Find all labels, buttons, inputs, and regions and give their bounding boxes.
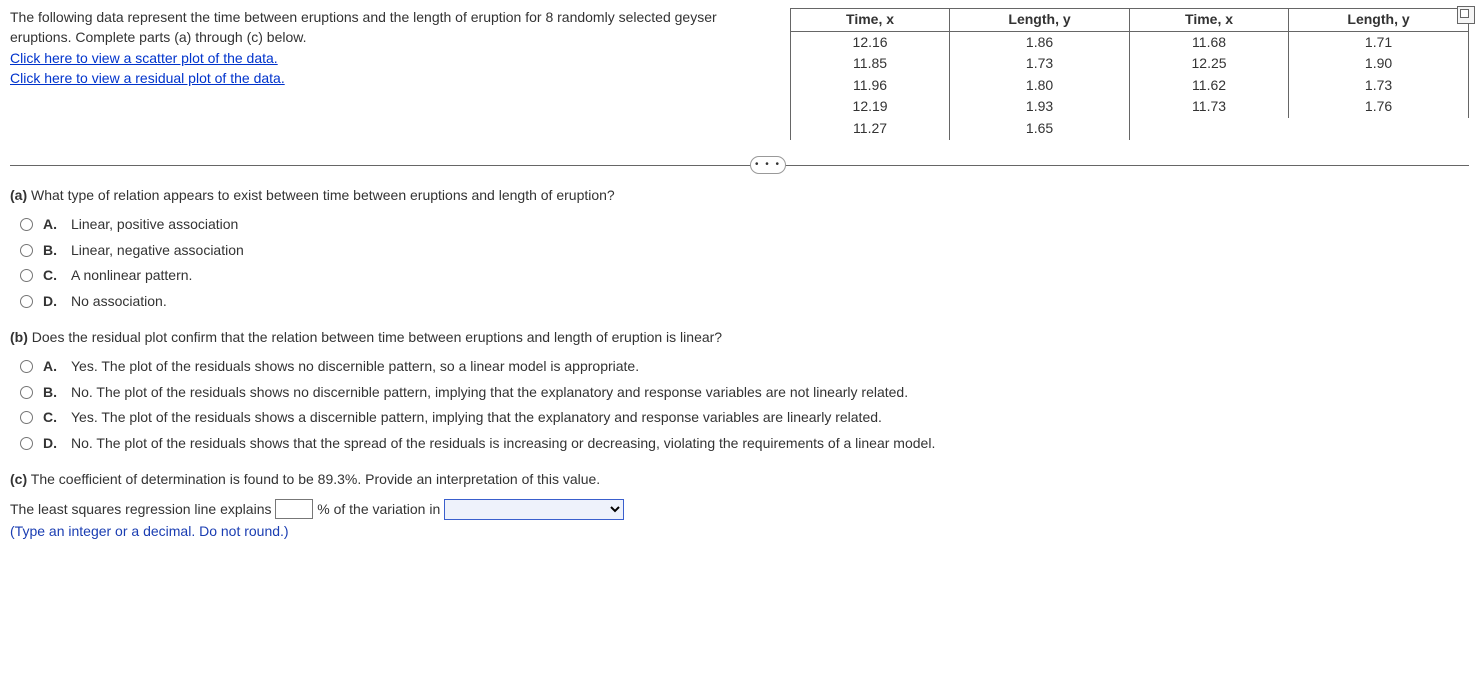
cell: 1.93 [950, 96, 1130, 118]
col-header: Length, y [950, 9, 1130, 32]
qb-option-a-text: Yes. The plot of the residuals shows no … [71, 357, 639, 377]
table-row: 11.96 1.80 11.62 1.73 [791, 75, 1469, 97]
qb-option-b-radio[interactable] [20, 386, 33, 399]
cell: 11.96 [791, 75, 950, 97]
cell: 1.80 [950, 75, 1130, 97]
input-hint: (Type an integer or a decimal. Do not ro… [10, 522, 1469, 542]
cell: 11.27 [791, 118, 950, 140]
qa-option-a-text: Linear, positive association [71, 215, 238, 235]
cell: 1.71 [1289, 31, 1469, 53]
table-row: 11.85 1.73 12.25 1.90 [791, 53, 1469, 75]
option-letter: A. [43, 357, 61, 377]
percent-input[interactable] [275, 499, 313, 519]
table-row: 12.19 1.93 11.73 1.76 [791, 96, 1469, 118]
cell: 12.19 [791, 96, 950, 118]
cell: 12.25 [1129, 53, 1288, 75]
data-table: Time, x Length, y Time, x Length, y 12.1… [790, 8, 1469, 140]
table-row: 12.16 1.86 11.68 1.71 [791, 31, 1469, 53]
qa-option-d-radio[interactable] [20, 295, 33, 308]
option-letter: C. [43, 408, 61, 428]
divider [10, 165, 1469, 166]
intro-text: The following data represent the time be… [10, 8, 770, 47]
table-header-row: Time, x Length, y Time, x Length, y [791, 9, 1469, 32]
col-header: Time, x [1129, 9, 1288, 32]
qb-option-d-radio[interactable] [20, 437, 33, 450]
cell: 1.65 [950, 118, 1130, 140]
qb-option-d-text: No. The plot of the residuals shows that… [71, 434, 935, 454]
cell: 1.76 [1289, 96, 1469, 118]
option-letter: D. [43, 292, 61, 312]
table-row: 11.27 1.65 [791, 118, 1469, 140]
fill-text-mid: % of the variation in [317, 501, 440, 517]
copy-icon[interactable] [1457, 6, 1475, 24]
cell [1289, 118, 1469, 140]
scatter-plot-link[interactable]: Click here to view a scatter plot of the… [10, 49, 770, 69]
question-b-label: (b) [10, 329, 28, 345]
cell: 11.68 [1129, 31, 1288, 53]
question-a-text: What type of relation appears to exist b… [31, 187, 615, 203]
qb-option-c-text: Yes. The plot of the residuals shows a d… [71, 408, 882, 428]
question-b-text: Does the residual plot confirm that the … [32, 329, 722, 345]
qa-option-a-radio[interactable] [20, 218, 33, 231]
question-c: (c) The coefficient of determination is … [10, 470, 1469, 490]
col-header: Time, x [791, 9, 950, 32]
cell: 1.90 [1289, 53, 1469, 75]
question-c-label: (c) [10, 471, 27, 487]
cell: 1.86 [950, 31, 1130, 53]
question-c-text: The coefficient of determination is foun… [31, 471, 600, 487]
option-letter: C. [43, 266, 61, 286]
residual-plot-link[interactable]: Click here to view a residual plot of th… [10, 69, 770, 89]
cell: 12.16 [791, 31, 950, 53]
qa-option-d-text: No association. [71, 292, 167, 312]
cell: 11.73 [1129, 96, 1288, 118]
cell: 1.73 [950, 53, 1130, 75]
qb-option-b-text: No. The plot of the residuals shows no d… [71, 383, 908, 403]
qa-option-b-radio[interactable] [20, 244, 33, 257]
qa-option-b-text: Linear, negative association [71, 241, 244, 261]
question-a-label: (a) [10, 187, 27, 203]
qb-option-c-radio[interactable] [20, 411, 33, 424]
cell: 11.62 [1129, 75, 1288, 97]
qa-option-c-radio[interactable] [20, 269, 33, 282]
option-letter: B. [43, 241, 61, 261]
qa-option-c-text: A nonlinear pattern. [71, 266, 192, 286]
cell: 11.85 [791, 53, 950, 75]
question-b: (b) Does the residual plot confirm that … [10, 328, 1469, 348]
expand-ellipsis-button[interactable]: • • • [750, 156, 786, 174]
qb-option-a-radio[interactable] [20, 360, 33, 373]
col-header: Length, y [1289, 9, 1469, 32]
cell [1129, 118, 1288, 140]
cell: 1.73 [1289, 75, 1469, 97]
fill-text-before: The least squares regression line explai… [10, 501, 271, 517]
option-letter: D. [43, 434, 61, 454]
option-letter: A. [43, 215, 61, 235]
variation-select[interactable] [444, 499, 624, 520]
option-letter: B. [43, 383, 61, 403]
question-a: (a) What type of relation appears to exi… [10, 186, 1469, 206]
